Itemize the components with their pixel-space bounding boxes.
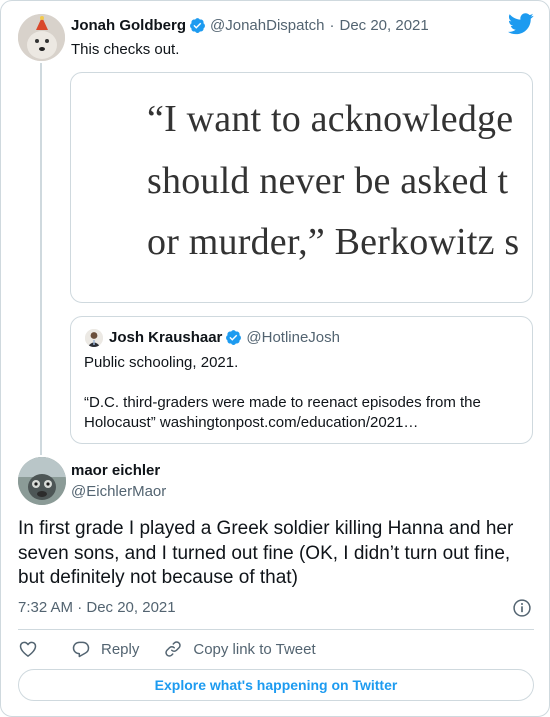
thread-connector-line [40, 63, 42, 455]
copy-link-button[interactable]: Copy link to Tweet [163, 639, 316, 659]
link-icon [165, 641, 182, 657]
parent-tweet-text: This checks out. [71, 41, 180, 58]
reply-icon [72, 641, 90, 658]
parent-author-name[interactable]: Jonah Goldberg [71, 17, 186, 34]
like-button[interactable] [18, 639, 38, 659]
info-icon[interactable] [512, 598, 532, 618]
quoted-tweet-line-1: Public schooling, 2021. [84, 354, 239, 371]
parent-tweet-date[interactable]: Dec 20, 2021 [339, 17, 428, 34]
parent-author-handle[interactable]: @JonahDispatch [210, 17, 324, 34]
parent-tweet-header: Jonah Goldberg @JonahDispatch · Dec 20, … [71, 15, 429, 35]
quoted-author-name: Josh Kraushaar [109, 329, 223, 346]
media-text-line-1: “I want to acknowledge [147, 98, 514, 140]
quoted-author-handle: @HotlineJosh [246, 329, 340, 346]
parent-author-avatar[interactable] [18, 14, 65, 61]
explore-twitter-button[interactable]: Explore what's happening on Twitter [18, 669, 534, 701]
verified-badge-icon [190, 17, 205, 33]
main-author-name[interactable]: maor eichler [71, 462, 160, 479]
verified-badge-icon [226, 330, 242, 345]
media-text-line-3: or murder,” Berkowitz s [147, 221, 520, 263]
quoted-author-avatar [85, 329, 103, 347]
reply-button[interactable]: Reply [71, 639, 139, 659]
main-tweet-timestamp[interactable]: 7:32 AM · Dec 20, 2021 [18, 599, 176, 616]
quoted-tweet-line-2: “D.C. third-graders were made to reenact… [84, 394, 481, 431]
action-divider [18, 629, 534, 630]
parent-tweet-media-image[interactable]: “I want to acknowledge should never be a… [70, 72, 533, 303]
twitter-bird-icon[interactable] [508, 13, 534, 35]
quoted-tweet-text: Public schooling, 2021. “D.C. third-grad… [84, 353, 524, 433]
main-author-avatar[interactable] [18, 457, 66, 505]
tweet-actions-bar: Reply Copy link to Tweet [18, 637, 316, 661]
quoted-tweet-card[interactable]: Josh Kraushaar @HotlineJosh Public schoo… [70, 316, 533, 444]
reply-label: Reply [101, 640, 140, 658]
tweet-embed-card: Jonah Goldberg @JonahDispatch · Dec 20, … [0, 0, 550, 717]
quoted-tweet-header: Josh Kraushaar @HotlineJosh [109, 329, 340, 346]
media-text-line-2: should never be asked t [147, 160, 509, 202]
heart-icon [19, 641, 37, 657]
main-author-handle[interactable]: @EichlerMaor [71, 483, 166, 500]
copy-link-label: Copy link to Tweet [193, 640, 316, 658]
header-separator: · [329, 16, 335, 34]
main-tweet-text: In first grade I played a Greek soldier … [18, 518, 514, 588]
